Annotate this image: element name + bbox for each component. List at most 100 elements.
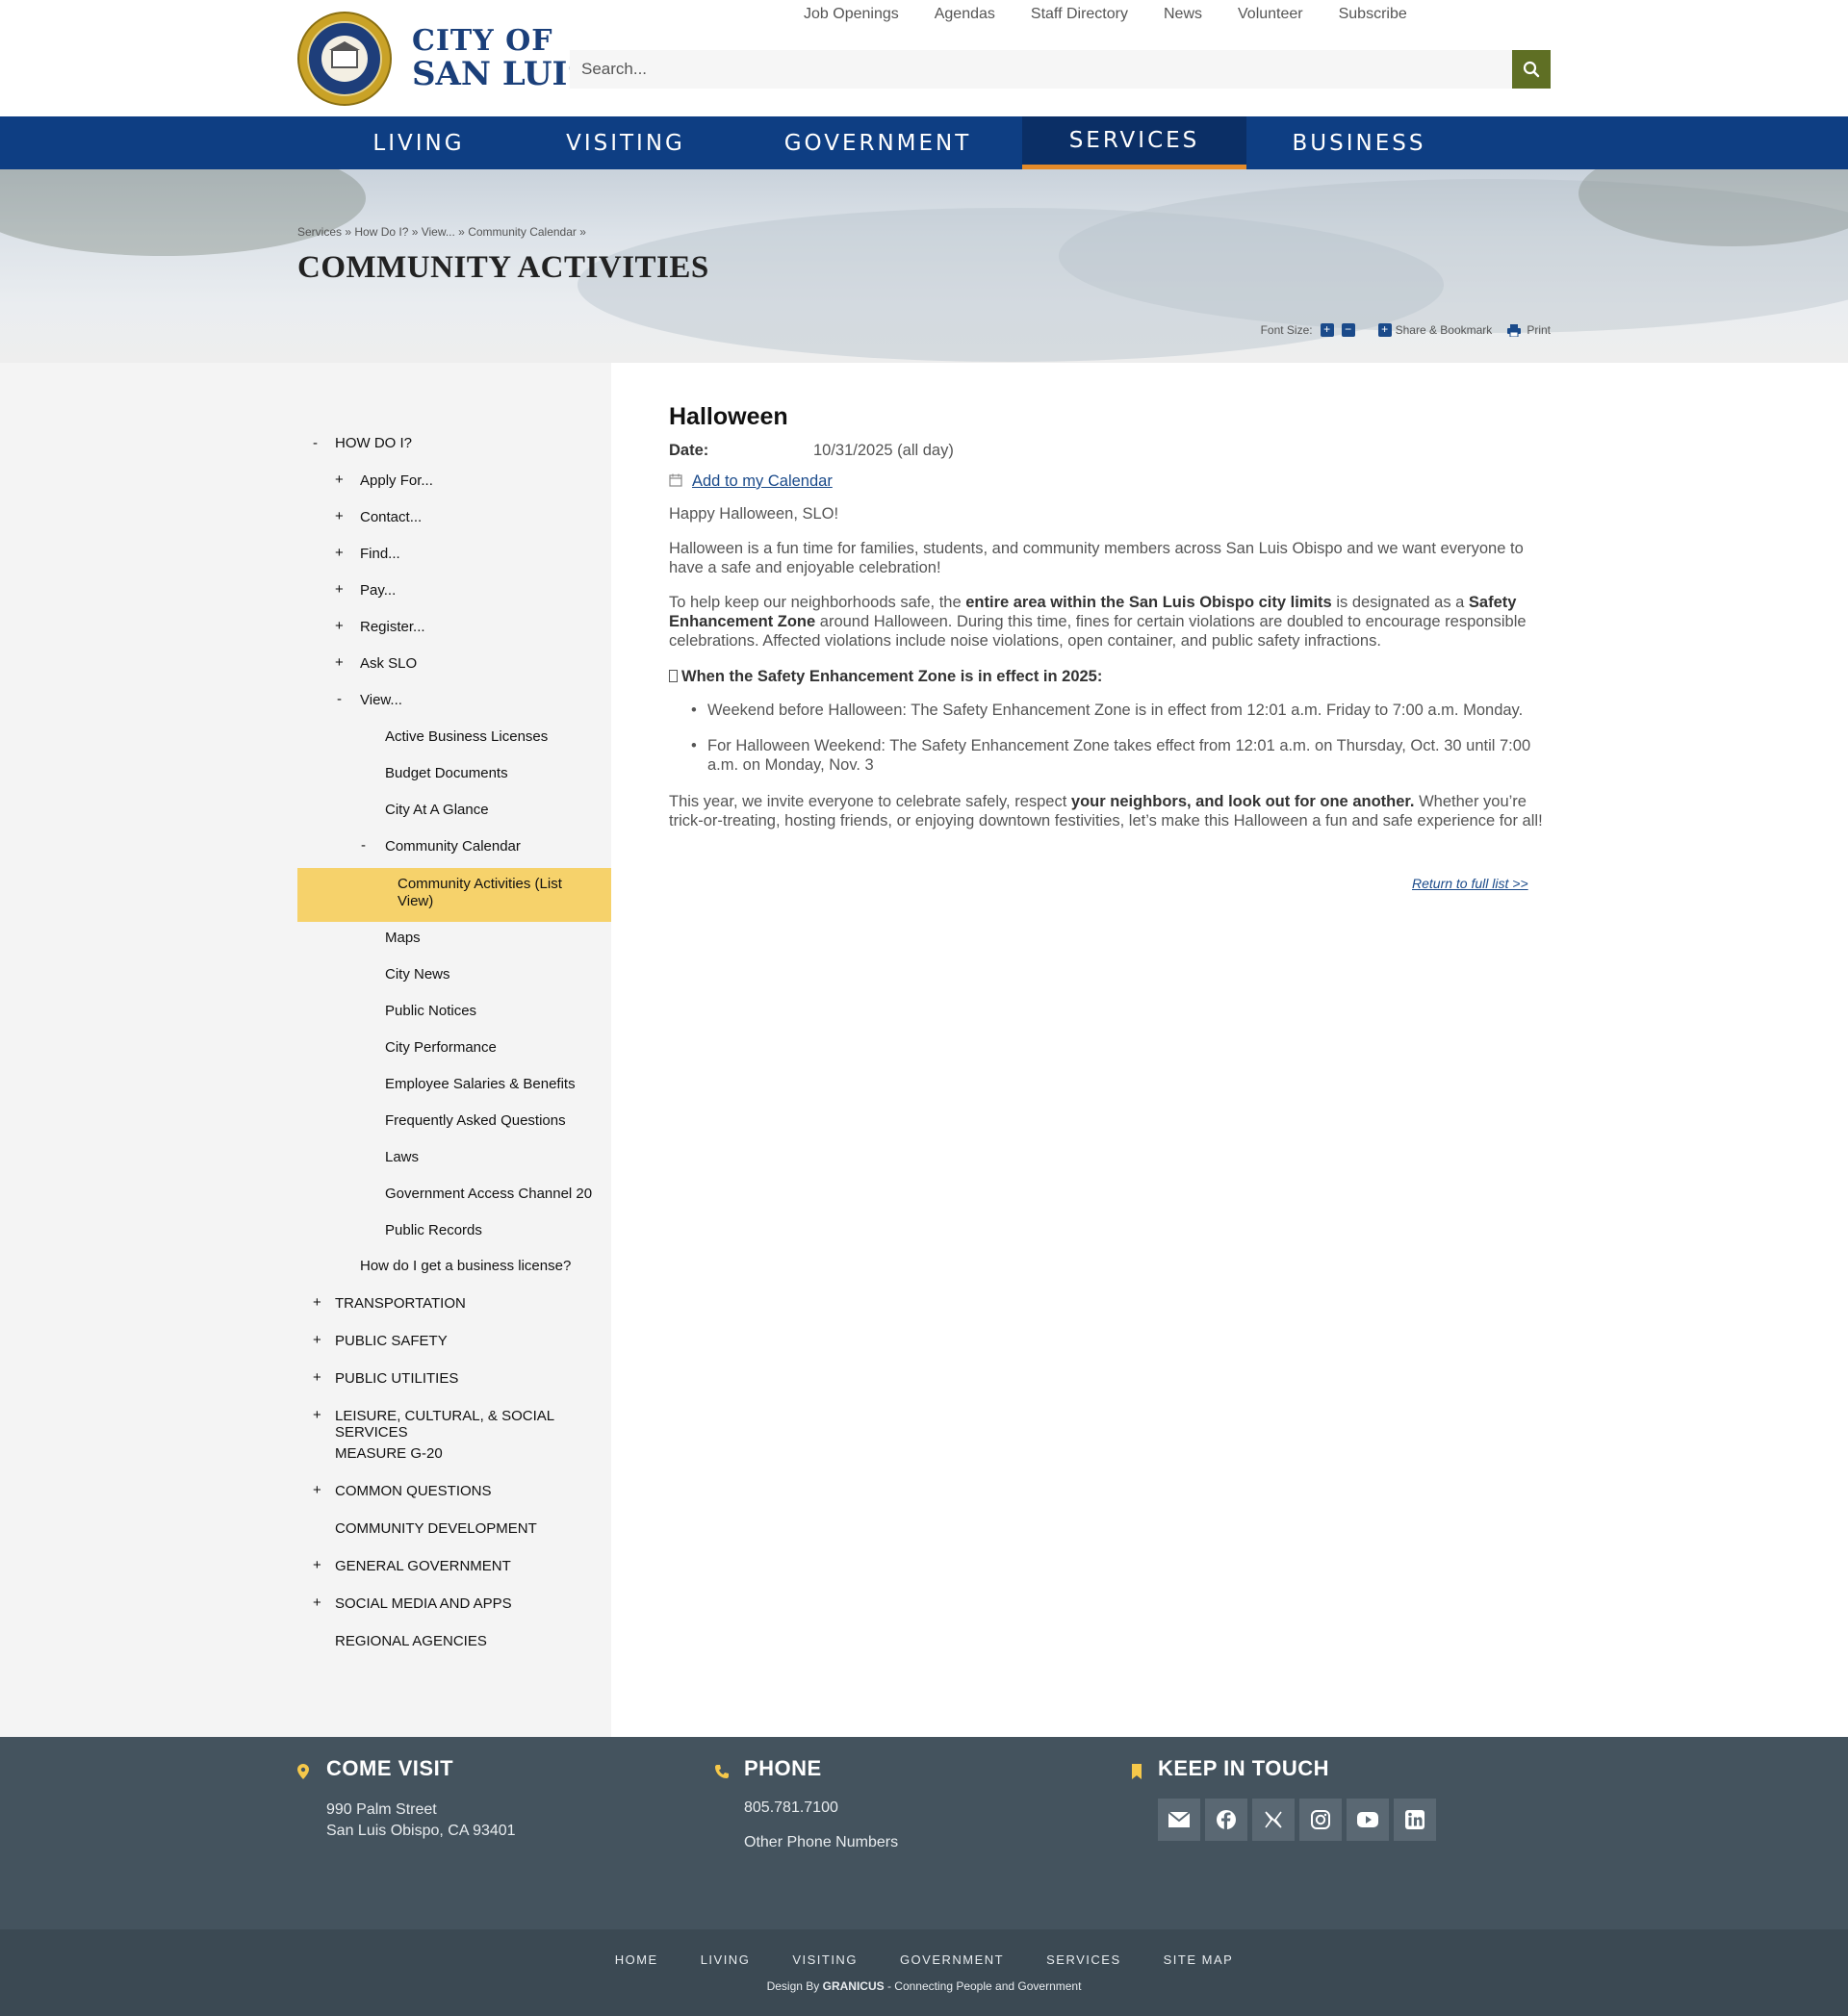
return-to-list-link[interactable]: Return to full list >> (1412, 874, 1528, 893)
sidebar-toggle-public-safety[interactable]: + (313, 1332, 321, 1348)
sidebar-item-how-do-i[interactable]: HOW DO I? (335, 435, 412, 451)
sidebar-toggle-community-calendar[interactable]: - (361, 837, 366, 854)
sidebar-item-city-news[interactable]: City News (385, 966, 450, 982)
sidebar-toggle-pay[interactable]: + (335, 581, 344, 598)
utility-link-agendas[interactable]: Agendas (935, 6, 995, 23)
keep-in-touch-heading: KEEP IN TOUCH (1158, 1756, 1330, 1780)
sidebar-toggle-common-questions[interactable]: + (313, 1482, 321, 1498)
footer-link-services[interactable]: SERVICES (1046, 1952, 1121, 1967)
main-nav-business[interactable]: BUSINESS (1263, 116, 1455, 169)
sidebar-toggle-find[interactable]: + (335, 545, 344, 561)
main-nav-visiting[interactable]: VISITING (529, 116, 722, 169)
phone-heading: PHONE (744, 1756, 822, 1780)
sidebar-item-contact[interactable]: Contact... (360, 509, 422, 525)
breadcrumb[interactable]: Services » How Do I? » View... » Communi… (297, 225, 586, 239)
sidebar-item-measure-g20[interactable]: MEASURE G-20 (335, 1445, 443, 1462)
youtube-icon[interactable] (1347, 1799, 1389, 1841)
sidebar-item-laws[interactable]: Laws (385, 1149, 419, 1165)
sidebar-item-common-questions[interactable]: COMMON QUESTIONS (335, 1483, 492, 1499)
granicus-link[interactable]: GRANICUS (823, 1979, 885, 1993)
other-phone-numbers-link[interactable]: Other Phone Numbers (744, 1832, 898, 1853)
sidebar-item-public-records[interactable]: Public Records (385, 1222, 482, 1238)
search-input[interactable] (570, 50, 1513, 89)
phone-number[interactable]: 805.781.7100 (744, 1798, 838, 1819)
facebook-icon[interactable] (1205, 1799, 1247, 1841)
city-name-logo[interactable]: CITY OF SAN LUIS (412, 25, 591, 91)
print-link[interactable]: Print (1527, 323, 1551, 337)
search-icon (1523, 61, 1540, 78)
sidebar-item-transportation[interactable]: TRANSPORTATION (335, 1295, 466, 1312)
utility-link-subscribe[interactable]: Subscribe (1339, 6, 1407, 23)
share-plus-icon[interactable]: + (1377, 323, 1392, 337)
sidebar-item-employee-salaries[interactable]: Employee Salaries & Benefits (385, 1076, 576, 1092)
sidebar-item-active-business-licenses[interactable]: Active Business Licenses (385, 728, 548, 745)
sidebar-toggle-leisure[interactable]: + (313, 1407, 321, 1423)
main-nav-living[interactable]: LIVING (322, 116, 515, 169)
bullet-dot-2: • (691, 737, 697, 754)
sidebar-item-budget-documents[interactable]: Budget Documents (385, 765, 508, 781)
sidebar-toggle-transportation[interactable]: + (313, 1294, 321, 1311)
seal-ring (307, 21, 382, 96)
sidebar-item-city-at-a-glance[interactable]: City At A Glance (385, 802, 489, 818)
sidebar-toggle-ask-slo[interactable]: + (335, 654, 344, 671)
sidebar-item-public-safety[interactable]: PUBLIC SAFETY (335, 1333, 448, 1349)
sidebar-toggle-how-do-i[interactable]: - (313, 435, 318, 451)
sidebar-item-pay[interactable]: Pay... (360, 582, 396, 599)
sidebar-toggle-view[interactable]: - (337, 691, 342, 707)
utility-link-job-openings[interactable]: Job Openings (804, 6, 899, 23)
sidebar-item-find[interactable]: Find... (360, 546, 400, 562)
font-increase-button[interactable]: + (1320, 323, 1334, 337)
sidebar-item-public-utilities[interactable]: PUBLIC UTILITIES (335, 1370, 458, 1387)
event-zone-paragraph: To help keep our neighborhoods safe, the… (669, 594, 1527, 650)
footer-bottom-bar: HOME LIVING VISITING GOVERNMENT SERVICES… (0, 1929, 1848, 2016)
sidebar-item-social-media[interactable]: SOCIAL MEDIA AND APPS (335, 1595, 512, 1612)
font-decrease-button[interactable]: − (1341, 323, 1355, 337)
city-seal-logo[interactable] (297, 12, 392, 106)
sidebar-item-active-highlight[interactable]: Community Activities (List View) (297, 868, 611, 922)
search-button[interactable] (1512, 50, 1551, 89)
sidebar-item-channel-20[interactable]: Government Access Channel 20 (385, 1186, 592, 1202)
x-icon[interactable] (1252, 1799, 1295, 1841)
sidebar-item-community-calendar[interactable]: Community Calendar (385, 838, 521, 855)
sidebar-item-maps[interactable]: Maps (385, 930, 421, 946)
sidebar-toggle-register[interactable]: + (335, 618, 344, 634)
sidebar-item-apply-for[interactable]: Apply For... (360, 472, 433, 489)
sidebar-item-community-development[interactable]: COMMUNITY DEVELOPMENT (335, 1520, 537, 1537)
sidebar-toggle-apply[interactable]: + (335, 472, 344, 488)
main-nav-services[interactable]: SERVICES (1022, 116, 1246, 169)
add-to-calendar-link[interactable]: Add to my Calendar (692, 472, 833, 491)
footer-link-living[interactable]: LIVING (701, 1952, 751, 1967)
footer-link-government[interactable]: GOVERNMENT (900, 1952, 1004, 1967)
share-bookmark-link[interactable]: Share & Bookmark (1396, 323, 1493, 337)
sidebar-item-city-performance[interactable]: City Performance (385, 1039, 497, 1056)
email-icon[interactable] (1158, 1799, 1200, 1841)
sidebar-item-faq[interactable]: Frequently Asked Questions (385, 1112, 566, 1129)
sidebar-toggle-contact[interactable]: + (335, 508, 344, 524)
sidebar-item-view[interactable]: View... (360, 692, 402, 708)
sidebar-item-leisure[interactable]: LEISURE, CULTURAL, & SOCIAL SERVICES (335, 1408, 611, 1441)
main-nav-government[interactable]: GOVERNMENT (753, 116, 1003, 169)
sidebar-toggle-public-utilities[interactable]: + (313, 1369, 321, 1386)
sidebar-item-public-notices[interactable]: Public Notices (385, 1003, 476, 1019)
sidebar: - HOW DO I? + Apply For... + Contact... … (0, 363, 611, 1737)
footer-link-visiting[interactable]: VISITING (792, 1952, 858, 1967)
linkedin-icon[interactable] (1394, 1799, 1436, 1841)
footer-link-home[interactable]: HOME (615, 1952, 658, 1967)
sidebar-toggle-general-government[interactable]: + (313, 1557, 321, 1573)
sidebar-toggle-social-media[interactable]: + (313, 1595, 321, 1611)
bookmark-icon (1132, 1764, 1142, 1779)
sidebar-item-register[interactable]: Register... (360, 619, 425, 635)
sidebar-item-general-government[interactable]: GENERAL GOVERNMENT (335, 1558, 511, 1574)
date-label: Date: (669, 442, 709, 459)
sidebar-item-regional-agencies[interactable]: REGIONAL AGENCIES (335, 1633, 487, 1649)
main-nav: LIVING VISITING GOVERNMENT SERVICES BUSI… (0, 116, 1848, 169)
utility-link-volunteer[interactable]: Volunteer (1238, 6, 1303, 23)
instagram-icon[interactable] (1299, 1799, 1342, 1841)
sidebar-item-community-activities[interactable]: Community Activities (List View) (398, 876, 590, 910)
utility-link-news[interactable]: News (1164, 6, 1202, 23)
footer-link-site-map[interactable]: SITE MAP (1164, 1952, 1234, 1967)
utility-link-staff-directory[interactable]: Staff Directory (1031, 6, 1128, 23)
print-icon[interactable] (1507, 323, 1522, 337)
sidebar-item-business-license[interactable]: How do I get a business license? (360, 1258, 571, 1274)
sidebar-item-ask-slo[interactable]: Ask SLO (360, 655, 417, 672)
